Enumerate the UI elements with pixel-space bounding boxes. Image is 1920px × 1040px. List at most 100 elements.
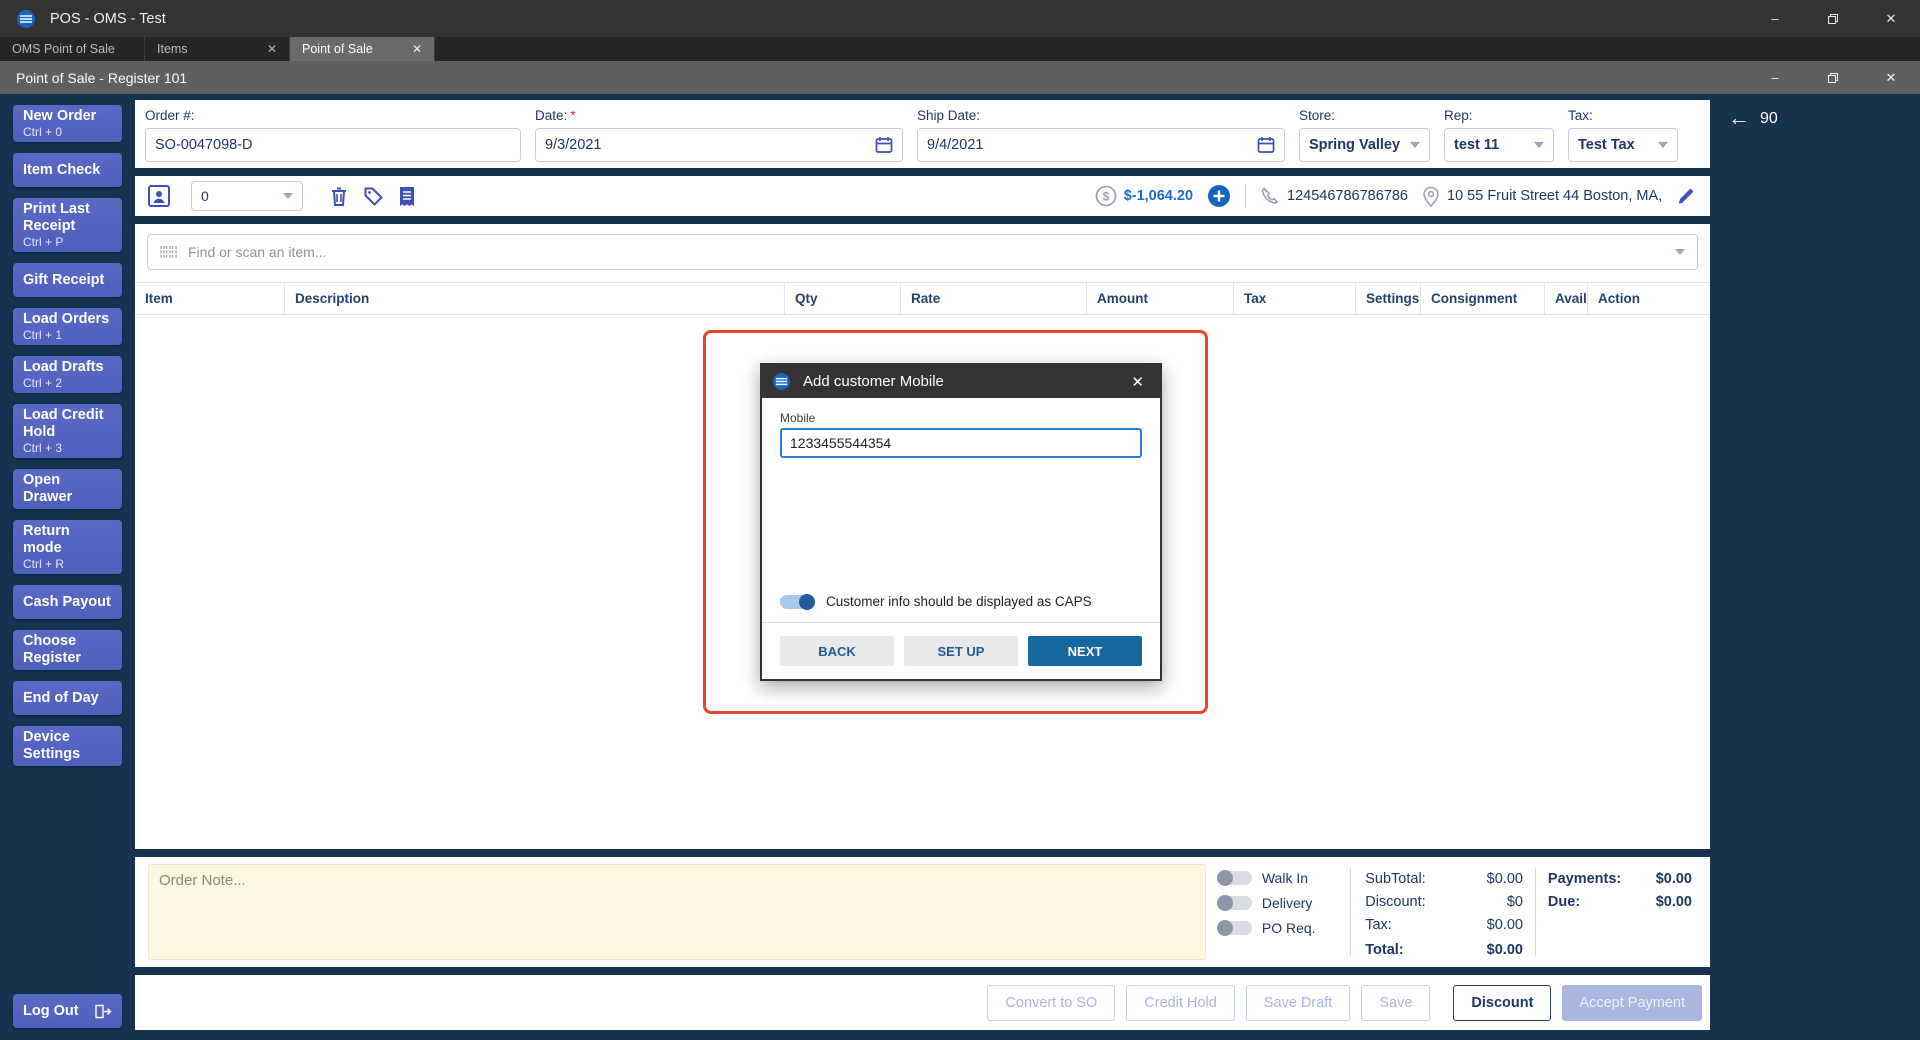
sidebar-button-item-check[interactable]: Item Check (13, 153, 122, 187)
ship-date-field[interactable] (917, 128, 1285, 162)
customer-phone: 124546786786786 (1260, 186, 1408, 206)
rep-select[interactable]: test 11 (1444, 128, 1554, 162)
sidebar-button-print-last-receipt[interactable]: Print Last Receipt Ctrl + P (13, 198, 122, 252)
logout-icon (95, 1004, 112, 1019)
sidebar-button-gift-receipt[interactable]: Gift Receipt (13, 263, 122, 297)
button-label: Device Settings (23, 729, 81, 762)
button-label: Cash Payout (23, 593, 111, 610)
sidebar-button-cash-payout[interactable]: Cash Payout (13, 585, 122, 619)
delivery-toggle[interactable] (1216, 895, 1252, 911)
column-header-amount[interactable]: Amount (1087, 283, 1234, 314)
window-titlebar: POS - OMS - Test – ✕ (0, 0, 1920, 37)
tax-select[interactable]: Test Tax (1568, 128, 1678, 162)
date-field[interactable] (535, 128, 903, 162)
item-search-box[interactable] (147, 234, 1698, 270)
back-arrow-icon[interactable]: ← (1728, 107, 1750, 129)
back-button[interactable]: BACK (780, 636, 894, 666)
sidebar-button-load-credit-hold[interactable]: Load Credit Hold Ctrl + 3 (13, 404, 122, 458)
sidebar-button-end-of-day[interactable]: End of Day (13, 681, 122, 715)
tax-label: Tax: (1568, 108, 1593, 123)
logout-button[interactable]: Log Out (13, 994, 122, 1028)
discount-button[interactable]: Discount (1453, 984, 1552, 1021)
restore-icon[interactable] (1804, 0, 1862, 37)
tab-close-icon[interactable]: ✕ (253, 42, 277, 56)
button-label: Open Drawer (23, 472, 73, 505)
toggle-label: PO Req. (1261, 920, 1316, 936)
calendar-icon[interactable] (1257, 136, 1275, 154)
credit-hold-button[interactable]: Credit Hold (1126, 984, 1235, 1021)
column-header-qty[interactable]: Qty (785, 283, 901, 314)
balance-value: $-1,064.20 (1123, 188, 1194, 204)
ship-date-input[interactable] (927, 137, 1257, 153)
column-header-action[interactable]: Action (1588, 283, 1710, 314)
phone-icon (1260, 186, 1280, 206)
add-balance-icon[interactable] (1207, 184, 1231, 208)
column-header-avail[interactable]: Avail (1545, 283, 1588, 314)
button-label: Print Last Receipt (23, 201, 90, 234)
restore-icon[interactable] (1804, 61, 1862, 94)
order-number-input[interactable] (155, 137, 511, 153)
customer-address: 10 55 Fruit Street 44 Boston, MA,... (1422, 186, 1662, 207)
walk-in-toggle[interactable] (1216, 870, 1252, 886)
convert-to-so-button[interactable]: Convert to SO (987, 984, 1116, 1021)
caps-toggle[interactable] (780, 593, 815, 610)
column-header-item[interactable]: Item (135, 283, 285, 314)
accept-payment-button[interactable]: Accept Payment (1562, 984, 1702, 1021)
mobile-input[interactable] (780, 428, 1142, 458)
store-select[interactable]: Spring Valley (1299, 128, 1430, 162)
receipt-icon[interactable] (398, 186, 416, 207)
sidebar-button-choose-register[interactable]: Choose Register (13, 630, 122, 670)
sidebar-button-load-orders[interactable]: Load Orders Ctrl + 1 (13, 308, 122, 345)
order-number-field[interactable] (145, 128, 521, 162)
customer-balance: $ $-1,064.20 (1095, 185, 1193, 207)
dialog-close-icon[interactable]: ✕ (1125, 373, 1150, 391)
column-header-rate[interactable]: Rate (901, 283, 1087, 314)
dialog-titlebar: Add customer Mobile ✕ (762, 365, 1160, 398)
discount-label: Discount: (1365, 894, 1426, 910)
column-header-tax[interactable]: Tax (1234, 283, 1356, 314)
sidebar-button-new-order[interactable]: New Order Ctrl + 0 (13, 105, 122, 142)
item-search-input[interactable] (188, 244, 1659, 260)
store-label: Store: (1299, 108, 1336, 123)
sidebar-button-device-settings[interactable]: Device Settings (13, 726, 122, 766)
button-label: Item Check (23, 161, 101, 178)
tax-value: Test Tax (1578, 137, 1635, 153)
tab-point-of-sale[interactable]: Point of Sale ✕ (290, 37, 435, 61)
tag-icon[interactable] (363, 186, 384, 207)
po-req-toggle[interactable] (1216, 920, 1252, 936)
tab-oms-point-of-sale[interactable]: OMS Point of Sale (0, 37, 145, 61)
tab-label: OMS Point of Sale (12, 42, 115, 56)
dialog-buttons: BACK SET UP NEXT (780, 623, 1142, 666)
close-icon[interactable]: ✕ (1862, 0, 1920, 37)
next-button[interactable]: NEXT (1028, 636, 1142, 666)
register-window-controls: – ✕ (1746, 61, 1920, 94)
delete-icon[interactable] (329, 186, 349, 207)
sidebar-button-load-drafts[interactable]: Load Drafts Ctrl + 2 (13, 356, 122, 393)
due-label: Due: (1547, 894, 1581, 910)
tab-close-icon[interactable]: ✕ (398, 42, 422, 56)
chevron-down-icon[interactable] (1675, 249, 1685, 255)
sidebar-button-open-drawer[interactable]: Open Drawer (13, 469, 122, 509)
minimize-icon[interactable]: – (1746, 61, 1804, 94)
set-up-button[interactable]: SET UP (904, 636, 1018, 666)
column-header-description[interactable]: Description (285, 283, 785, 314)
minimize-icon[interactable]: – (1746, 0, 1804, 37)
sidebar-button-return-mode[interactable]: Return mode Ctrl + R (13, 520, 122, 574)
order-note-input[interactable] (148, 864, 1206, 960)
calendar-icon[interactable] (875, 136, 893, 154)
edit-pencil-icon[interactable] (1676, 186, 1696, 206)
tab-label: Point of Sale (302, 42, 373, 56)
customer-count-select[interactable]: 0 (191, 181, 303, 211)
tab-items[interactable]: Items ✕ (145, 37, 290, 61)
save-button[interactable]: Save (1361, 984, 1431, 1021)
chevron-down-icon (1658, 142, 1668, 148)
customer-card-icon[interactable] (147, 184, 171, 208)
date-input[interactable] (545, 137, 875, 153)
column-header-consignment[interactable]: Consignment (1421, 283, 1545, 314)
close-icon[interactable]: ✕ (1862, 61, 1920, 94)
save-draft-button[interactable]: Save Draft (1245, 984, 1351, 1021)
back-nav-count: 90 (1760, 110, 1778, 127)
button-label: New Order (23, 108, 97, 124)
column-header-settings[interactable]: Settings (1356, 283, 1421, 314)
highlight-box: Add customer Mobile ✕ Mobile Customer in… (703, 330, 1208, 714)
